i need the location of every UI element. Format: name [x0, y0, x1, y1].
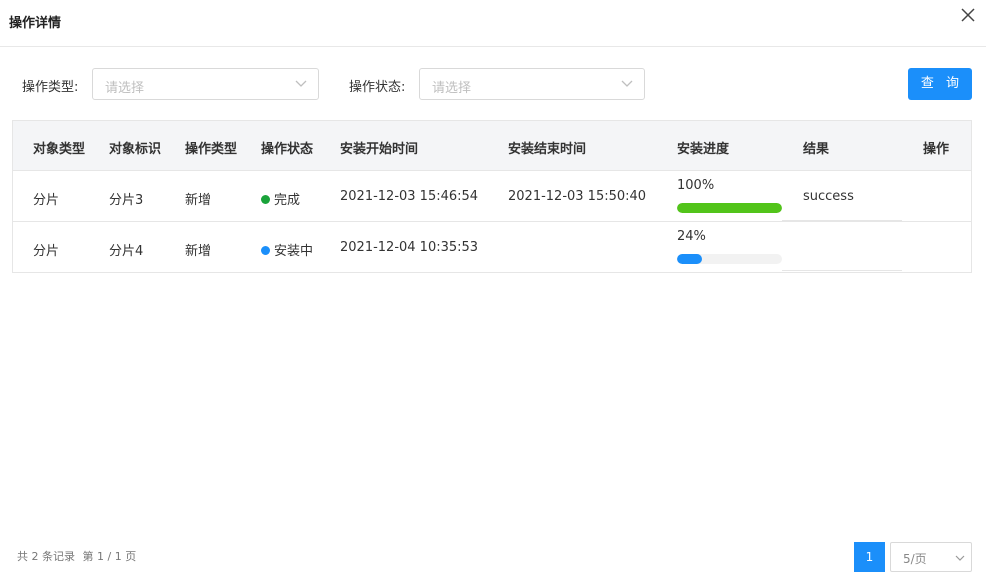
cell-start-time: 2021-12-04 10:35:53	[340, 240, 479, 255]
op-type-select[interactable]: 请选择	[92, 68, 319, 100]
cell-op-type: 新增	[185, 193, 212, 208]
query-button[interactable]: 查 询	[908, 68, 972, 100]
details-table: 对象类型 对象标识 操作类型 操作状态 安装开始时间 安装结束时间 安装进度 结…	[12, 120, 972, 273]
close-icon	[961, 8, 975, 22]
cell-object-id: 分片3	[109, 193, 144, 208]
chevron-down-icon	[621, 80, 633, 87]
column-header: 操作状态	[261, 142, 314, 157]
operation-details-dialog: 操作详情 操作类型: 请选择 操作状态: 请选择 查 询 对象类型 对象标识 操…	[0, 0, 986, 584]
column-header: 安装进度	[677, 142, 730, 157]
op-type-label: 操作类型:	[22, 80, 79, 95]
progress-bar	[677, 203, 782, 213]
page-size-select[interactable]: 5/页	[890, 542, 972, 572]
op-status-placeholder: 请选择	[432, 81, 472, 96]
op-status-label: 操作状态:	[349, 80, 406, 95]
cell-start-time: 2021-12-03 15:46:54	[340, 189, 479, 204]
close-button[interactable]	[959, 6, 977, 24]
chevron-down-icon	[955, 555, 965, 561]
column-header: 对象类型	[33, 142, 86, 157]
cell-status: 完成	[261, 189, 300, 208]
progress-label: 100%	[677, 178, 715, 193]
page-button-current[interactable]: 1	[854, 542, 885, 572]
op-status-select[interactable]: 请选择	[419, 68, 645, 100]
divider	[782, 270, 902, 271]
progress-fill	[677, 254, 703, 264]
table-header: 对象类型 对象标识 操作类型 操作状态 安装开始时间 安装结束时间 安装进度 结…	[13, 121, 971, 171]
column-header: 操作类型	[185, 142, 238, 157]
column-header: 结果	[803, 142, 830, 157]
progress-label: 24%	[677, 229, 706, 244]
cell-object-type: 分片	[33, 244, 60, 259]
column-header: 对象标识	[109, 142, 162, 157]
dialog-header: 操作详情	[0, 0, 986, 47]
status-text: 完成	[274, 193, 301, 208]
table-row: 分片 分片3 新增 完成 2021-12-03 15:46:54 2021-12…	[13, 171, 971, 222]
status-dot	[261, 246, 270, 255]
cell-result: success	[803, 189, 854, 204]
column-header: 安装结束时间	[508, 142, 587, 157]
column-header: 安装开始时间	[340, 142, 419, 157]
status-dot	[261, 195, 270, 204]
page-indicator: 第 1 / 1 页	[82, 550, 137, 563]
cell-status: 安装中	[261, 240, 313, 259]
progress-fill	[677, 203, 782, 213]
divider	[782, 220, 902, 221]
cell-end-time: 2021-12-03 15:50:40	[508, 189, 647, 204]
dialog-title: 操作详情	[9, 16, 62, 31]
cell-op-type: 新增	[185, 244, 212, 259]
cell-object-type: 分片	[33, 193, 60, 208]
status-text: 安装中	[274, 244, 314, 259]
total-records: 共 2 条记录	[17, 550, 75, 563]
op-type-placeholder: 请选择	[105, 81, 145, 96]
progress-bar	[677, 254, 782, 264]
chevron-down-icon	[295, 80, 307, 87]
pagination-info: 共 2 条记录 第 1 / 1 页	[17, 548, 140, 564]
page-size-value: 5/页	[903, 552, 927, 566]
table-row: 分片 分片4 新增 安装中 2021-12-04 10:35:53 24%	[13, 222, 971, 273]
cell-object-id: 分片4	[109, 244, 144, 259]
column-header: 操作	[923, 142, 950, 157]
